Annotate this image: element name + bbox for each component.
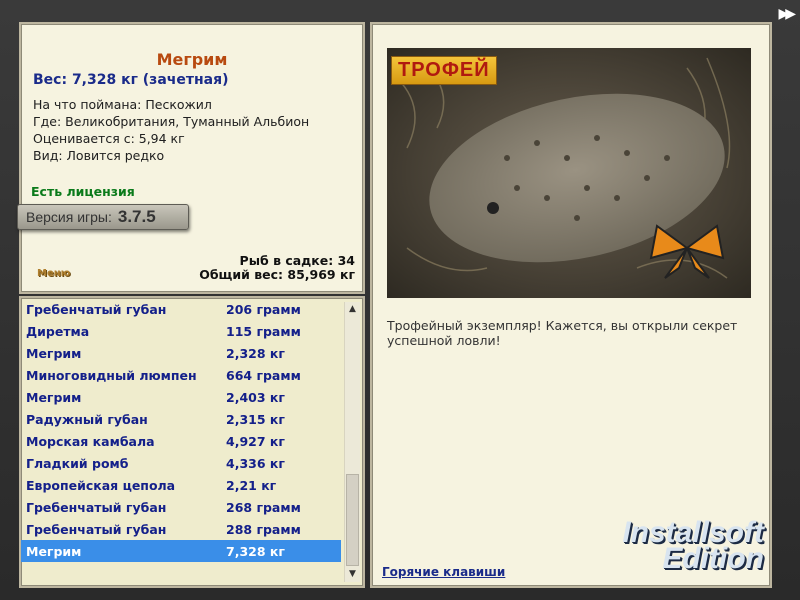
fish-name: Мегрим bbox=[26, 543, 82, 559]
fish-weight-value: 4,336 кг bbox=[226, 455, 285, 471]
list-item[interactable]: Гребенчатый губан 206 грамм bbox=[21, 298, 341, 320]
fish-count: Рыб в садке: 34 bbox=[239, 253, 355, 268]
fish-name: Мегрим bbox=[26, 389, 82, 405]
rarity: Вид: Ловится редко bbox=[33, 148, 165, 163]
fish-weight-value: 288 грамм bbox=[226, 521, 301, 537]
trophy-message: Трофейный экземпляр! Кажется, вы открыли… bbox=[387, 318, 738, 348]
rated-from: Оценивается с: 5,94 кг bbox=[33, 131, 185, 146]
fish-name: Радужный губан bbox=[26, 411, 148, 427]
fish-name: Мегрим bbox=[26, 345, 82, 361]
caught-with: На что поймана: Пескожил bbox=[33, 97, 212, 112]
fish-photo: ТРОФЕЙ bbox=[387, 48, 751, 298]
list-item[interactable]: Европейская цепола 2,21 кг bbox=[21, 474, 341, 496]
fish-weight-value: 268 грамм bbox=[226, 499, 301, 515]
list-item[interactable]: Гребенчатый губан 268 грамм bbox=[21, 496, 341, 518]
trophy-badge: ТРОФЕЙ bbox=[391, 56, 497, 85]
fish-name: Европейская цепола bbox=[26, 477, 176, 493]
fish-weight-value: 2,328 кг bbox=[226, 345, 285, 361]
catch-list[interactable]: Гребенчатый губан 206 грамм Диретма 115 гра… bbox=[21, 298, 341, 582]
brand-logo: Installsoft Edition bbox=[622, 516, 764, 576]
fish-photo-image bbox=[387, 48, 751, 298]
location: Где: Великобритания, Туманный Альбион bbox=[33, 114, 310, 129]
fish-weight-value: 4,927 кг bbox=[226, 433, 285, 449]
scrollbar[interactable]: ▲ ▼ bbox=[344, 302, 360, 582]
fish-name: Гладкий ромб bbox=[26, 455, 129, 471]
fish-name: Гребенчатый губан bbox=[26, 301, 167, 317]
fish-weight-value: 206 грамм bbox=[226, 301, 301, 317]
fish-weight-value: 2,21 кг bbox=[226, 477, 277, 493]
list-item[interactable]: Мегрим 2,328 кг bbox=[21, 342, 341, 364]
version-value: 3.7.5 bbox=[117, 207, 156, 226]
fish-name: Диретма bbox=[26, 323, 90, 339]
version-badge: Версия игры: 3.7.5 bbox=[17, 204, 189, 230]
fast-forward-icon[interactable]: ▶▶ bbox=[778, 6, 795, 22]
list-item[interactable]: Мегрим 7,328 кг bbox=[21, 540, 341, 562]
fish-details: На что поймана: Пескожил Где: Великобрит… bbox=[33, 96, 309, 164]
game-window: ▶▶ Мегрим Вес: 7,328 кг (зачетная) На чт… bbox=[0, 0, 800, 600]
fish-weight: Вес: 7,328 кг (зачетная) bbox=[33, 72, 229, 88]
fish-title: Мегрим bbox=[156, 50, 228, 69]
fish-weight-value: 7,328 кг bbox=[226, 543, 285, 559]
fish-weight-value: 115 грамм bbox=[226, 323, 301, 339]
chevron-up-icon[interactable]: ▲ bbox=[345, 302, 360, 317]
fish-weight-value: 664 грамм bbox=[226, 367, 301, 383]
fish-name: Гребенчатый губан bbox=[26, 499, 167, 515]
list-item[interactable]: Морская камбала 4,927 кг bbox=[21, 430, 341, 452]
list-item[interactable]: Гребенчатый губан 288 грамм bbox=[21, 518, 341, 540]
total-weight: Общий вес: 85,969 кг bbox=[199, 267, 355, 282]
hotkeys-link[interactable]: Горячие клавиши bbox=[382, 565, 505, 579]
list-item[interactable]: Мегрим 2,403 кг bbox=[21, 386, 341, 408]
fish-name: Миноговидный люмпен bbox=[26, 367, 197, 383]
fish-weight-value: 2,403 кг bbox=[226, 389, 285, 405]
trophy-panel: ТРОФЕЙ Трофейный экземпляр! Кажется, вы … bbox=[370, 22, 772, 588]
list-item[interactable]: Радужный губан 2,315 кг bbox=[21, 408, 341, 430]
license-status: Есть лицензия bbox=[31, 184, 135, 199]
catch-list-panel: Гребенчатый губан 206 грамм Диретма 115 гра… bbox=[19, 296, 365, 588]
fish-weight-value: 2,315 кг bbox=[226, 411, 285, 427]
scrollbar-thumb[interactable] bbox=[346, 474, 359, 566]
version-label: Версия игры: bbox=[26, 209, 112, 225]
fish-info-panel: Мегрим Вес: 7,328 кг (зачетная) На что п… bbox=[17, 22, 365, 294]
list-item[interactable]: Миноговидный люмпен 664 грамм bbox=[21, 364, 341, 386]
fish-name: Гребенчатый губан bbox=[26, 521, 167, 537]
menu-button[interactable]: Меню bbox=[37, 268, 70, 279]
list-item[interactable]: Гладкий ромб 4,336 кг bbox=[21, 452, 341, 474]
keepnet-stats: Рыб в садке: 34 Общий вес: 85,969 кг bbox=[199, 254, 355, 282]
chevron-down-icon[interactable]: ▼ bbox=[345, 567, 360, 582]
fish-name: Морская камбала bbox=[26, 433, 155, 449]
list-item[interactable]: Диретма 115 грамм bbox=[21, 320, 341, 342]
